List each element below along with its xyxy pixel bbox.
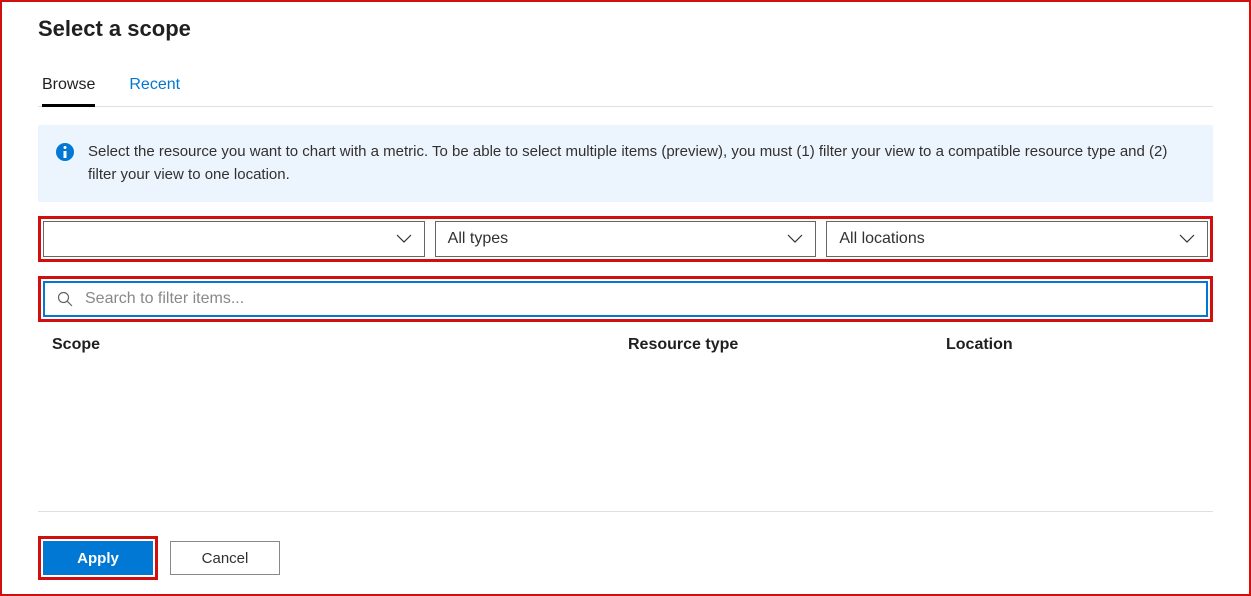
location-dropdown-value: All locations: [839, 230, 924, 248]
apply-button-highlight: Apply: [38, 536, 158, 580]
column-headers: Scope Resource type Location: [38, 336, 1213, 354]
chevron-down-icon: [787, 234, 803, 244]
apply-button[interactable]: Apply: [43, 541, 153, 575]
search-row: [38, 276, 1213, 322]
info-icon: [56, 143, 74, 161]
chevron-down-icon: [1179, 234, 1195, 244]
info-text: Select the resource you want to chart wi…: [88, 141, 1195, 186]
filters-row: All types All locations: [38, 216, 1213, 262]
location-dropdown[interactable]: All locations: [826, 221, 1208, 257]
search-icon: [57, 291, 73, 307]
column-header-scope: Scope: [52, 336, 628, 354]
tab-recent[interactable]: Recent: [129, 76, 180, 106]
search-input[interactable]: [85, 290, 1194, 308]
dialog-footer: Apply Cancel: [38, 511, 1213, 580]
search-box[interactable]: [43, 281, 1208, 317]
resource-type-dropdown[interactable]: All types: [435, 221, 817, 257]
column-header-resource-type: Resource type: [628, 336, 946, 354]
subscription-dropdown[interactable]: [43, 221, 425, 257]
column-header-location: Location: [946, 336, 1199, 354]
resource-type-dropdown-value: All types: [448, 230, 508, 248]
cancel-button[interactable]: Cancel: [170, 541, 280, 575]
info-banner: Select the resource you want to chart wi…: [38, 125, 1213, 202]
tab-browse[interactable]: Browse: [42, 76, 95, 107]
chevron-down-icon: [396, 234, 412, 244]
dialog-title: Select a scope: [38, 16, 1213, 42]
tab-strip: Browse Recent: [38, 76, 1213, 107]
